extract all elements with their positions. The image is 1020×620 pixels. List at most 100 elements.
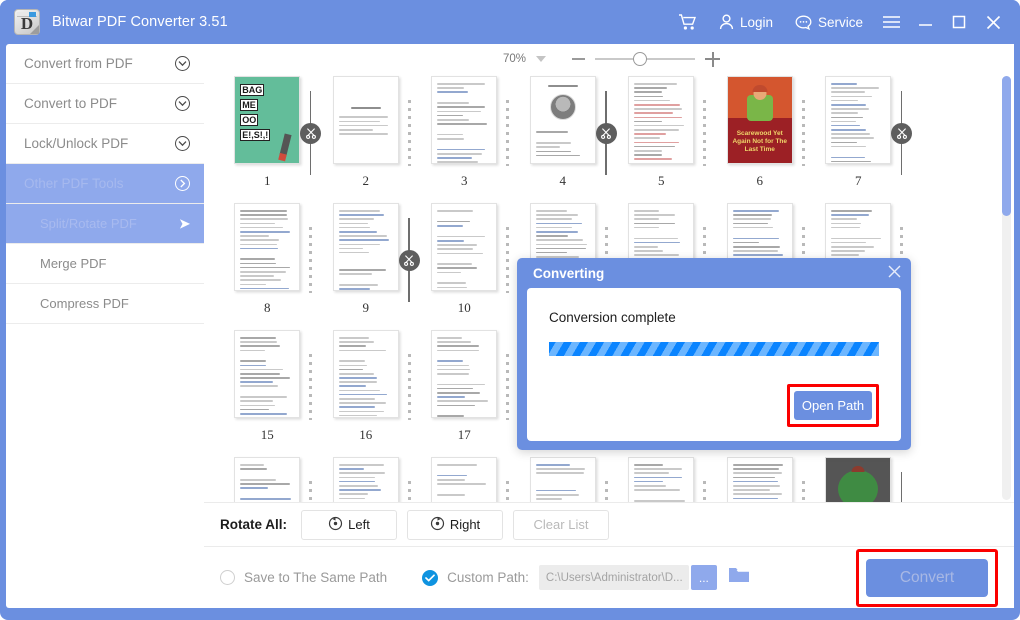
page-thumbnail[interactable] <box>628 76 695 164</box>
page-separator-dotted[interactable] <box>501 217 515 303</box>
page-thumbnail-cell[interactable] <box>809 457 908 502</box>
chevron-down-circle-icon <box>175 56 190 71</box>
clear-list-button[interactable]: Clear List <box>513 509 609 540</box>
split-marker[interactable] <box>595 90 617 176</box>
page-thumbnail-cell[interactable]: 3 <box>415 76 514 203</box>
page-thumbnail[interactable] <box>726 457 793 502</box>
sidebar-item-merge-pdf[interactable]: Merge PDF <box>6 244 204 284</box>
page-thumbnail[interactable]: BAG ME OO E!,S!,! <box>234 76 301 164</box>
custom-path-option[interactable]: Custom Path: <box>422 569 529 586</box>
page-thumbnail-cell[interactable]: 5 <box>612 76 711 203</box>
page-separator-dotted[interactable] <box>796 90 810 176</box>
page-thumbnail-cell[interactable]: 16 <box>317 330 416 457</box>
scissors-icon[interactable] <box>891 122 912 144</box>
folder-icon[interactable] <box>728 566 750 589</box>
rotate-left-button[interactable]: Left <box>301 509 397 540</box>
split-marker[interactable] <box>398 217 420 303</box>
maximize-icon[interactable] <box>942 0 976 44</box>
page-thumbnail-cell[interactable] <box>612 457 711 502</box>
split-marker[interactable] <box>891 90 912 176</box>
page-separator-dotted[interactable] <box>599 471 613 502</box>
page-thumbnail-cell[interactable]: 8 <box>218 203 317 330</box>
page-thumbnail-cell[interactable]: 23 <box>317 457 416 502</box>
page-thumbnail[interactable] <box>234 457 301 502</box>
page-thumbnail[interactable] <box>234 203 301 291</box>
page-thumbnail-cell[interactable] <box>711 457 810 502</box>
page-separator-dotted[interactable] <box>698 471 712 502</box>
page-separator-dotted[interactable] <box>501 471 515 502</box>
page-thumbnail-cell[interactable]: 22 <box>218 457 317 502</box>
page-separator-dotted[interactable] <box>698 90 712 176</box>
same-path-radio[interactable] <box>220 570 235 585</box>
custom-path-input[interactable] <box>538 565 689 590</box>
hamburger-menu-icon[interactable] <box>874 0 908 44</box>
page-separator-dotted[interactable] <box>501 344 515 430</box>
service-button[interactable]: Service <box>784 0 874 44</box>
page-separator-line[interactable] <box>895 471 909 502</box>
page-thumbnail[interactable] <box>431 203 498 291</box>
page-thumbnail-cell[interactable]: 4 <box>514 76 617 203</box>
close-icon[interactable] <box>888 265 901 281</box>
sidebar-item-split-rotate-pdf[interactable]: Split/Rotate PDF ➤ <box>6 204 204 244</box>
page-thumbnail[interactable] <box>529 76 596 164</box>
zoom-in-button[interactable] <box>705 51 720 67</box>
page-thumbnail[interactable] <box>332 330 399 418</box>
minimize-icon[interactable] <box>908 0 942 44</box>
page-number: 8 <box>264 300 271 315</box>
thumbnail-text-lines <box>235 331 299 417</box>
page-thumbnail[interactable] <box>431 76 498 164</box>
vertical-scrollbar[interactable] <box>1002 76 1011 500</box>
page-separator-dotted[interactable] <box>402 90 416 176</box>
page-thumbnail[interactable] <box>431 330 498 418</box>
arrow-right-icon: ➤ <box>179 215 190 231</box>
page-separator-dotted[interactable] <box>304 217 318 303</box>
page-thumbnail-cell[interactable]: 24 <box>415 457 514 502</box>
page-thumbnail-cell[interactable] <box>514 457 613 502</box>
page-thumbnail[interactable] <box>825 76 892 164</box>
page-separator-dotted[interactable] <box>796 471 810 502</box>
page-thumbnail[interactable] <box>825 457 892 502</box>
page-thumbnail-cell[interactable]: 9 <box>317 203 420 330</box>
page-separator-dotted[interactable] <box>402 344 416 430</box>
same-path-option[interactable]: Save to The Same Path <box>220 570 387 585</box>
sidebar-item-other-pdf-tools[interactable]: Other PDF Tools <box>6 164 204 204</box>
page-thumbnail-cell[interactable]: Scarewood Yet Again Not for The Last Tim… <box>711 76 810 203</box>
split-marker[interactable] <box>300 90 321 176</box>
custom-path-checkbox[interactable] <box>422 569 439 586</box>
page-thumbnail[interactable] <box>431 457 498 502</box>
page-thumbnail-cell[interactable]: 15 <box>218 330 317 457</box>
page-thumbnail-cell[interactable]: BAG ME OO E!,S!,! 1 <box>218 76 321 203</box>
page-separator-dotted[interactable] <box>304 471 318 502</box>
page-thumbnail[interactable] <box>332 76 399 164</box>
close-icon[interactable] <box>976 0 1010 44</box>
page-thumbnail[interactable] <box>234 330 301 418</box>
convert-button[interactable]: Convert <box>866 558 988 597</box>
page-thumbnail-cell[interactable]: 10 <box>415 203 514 330</box>
sidebar-item-lock-unlock-pdf[interactable]: Lock/Unlock PDF <box>6 124 204 164</box>
open-path-button[interactable]: Open Path <box>794 391 872 420</box>
zoom-slider[interactable] <box>595 52 695 66</box>
caret-down-icon[interactable] <box>536 56 546 62</box>
page-thumbnail-cell[interactable]: 2 <box>317 76 416 203</box>
zoom-slider-handle[interactable] <box>633 52 647 66</box>
browse-path-button[interactable]: ... <box>690 565 717 590</box>
sidebar-item-convert-from-pdf[interactable]: Convert from PDF <box>6 44 204 84</box>
page-thumbnail[interactable]: Scarewood Yet Again Not for The Last Tim… <box>726 76 793 164</box>
page-separator-dotted[interactable] <box>402 471 416 502</box>
page-separator-dotted[interactable] <box>501 90 515 176</box>
cart-button[interactable] <box>667 0 708 44</box>
login-button[interactable]: Login <box>708 0 784 44</box>
main-body: Convert from PDF Convert to PDF Lock/Unloc… <box>6 44 1014 614</box>
sidebar-item-compress-pdf[interactable]: Compress PDF <box>6 284 204 324</box>
page-separator-dotted[interactable] <box>304 344 318 430</box>
sidebar-item-convert-to-pdf[interactable]: Convert to PDF <box>6 84 204 124</box>
page-thumbnail-cell[interactable]: 7 <box>809 76 912 203</box>
rotate-right-button[interactable]: Right <box>407 509 503 540</box>
page-thumbnail[interactable] <box>628 457 695 502</box>
zoom-out-button[interactable] <box>572 58 585 60</box>
page-thumbnail[interactable] <box>529 457 596 502</box>
page-thumbnail-cell[interactable]: 17 <box>415 330 514 457</box>
page-thumbnail[interactable] <box>332 203 399 291</box>
scrollbar-thumb[interactable] <box>1002 76 1011 216</box>
page-thumbnail[interactable] <box>332 457 399 502</box>
